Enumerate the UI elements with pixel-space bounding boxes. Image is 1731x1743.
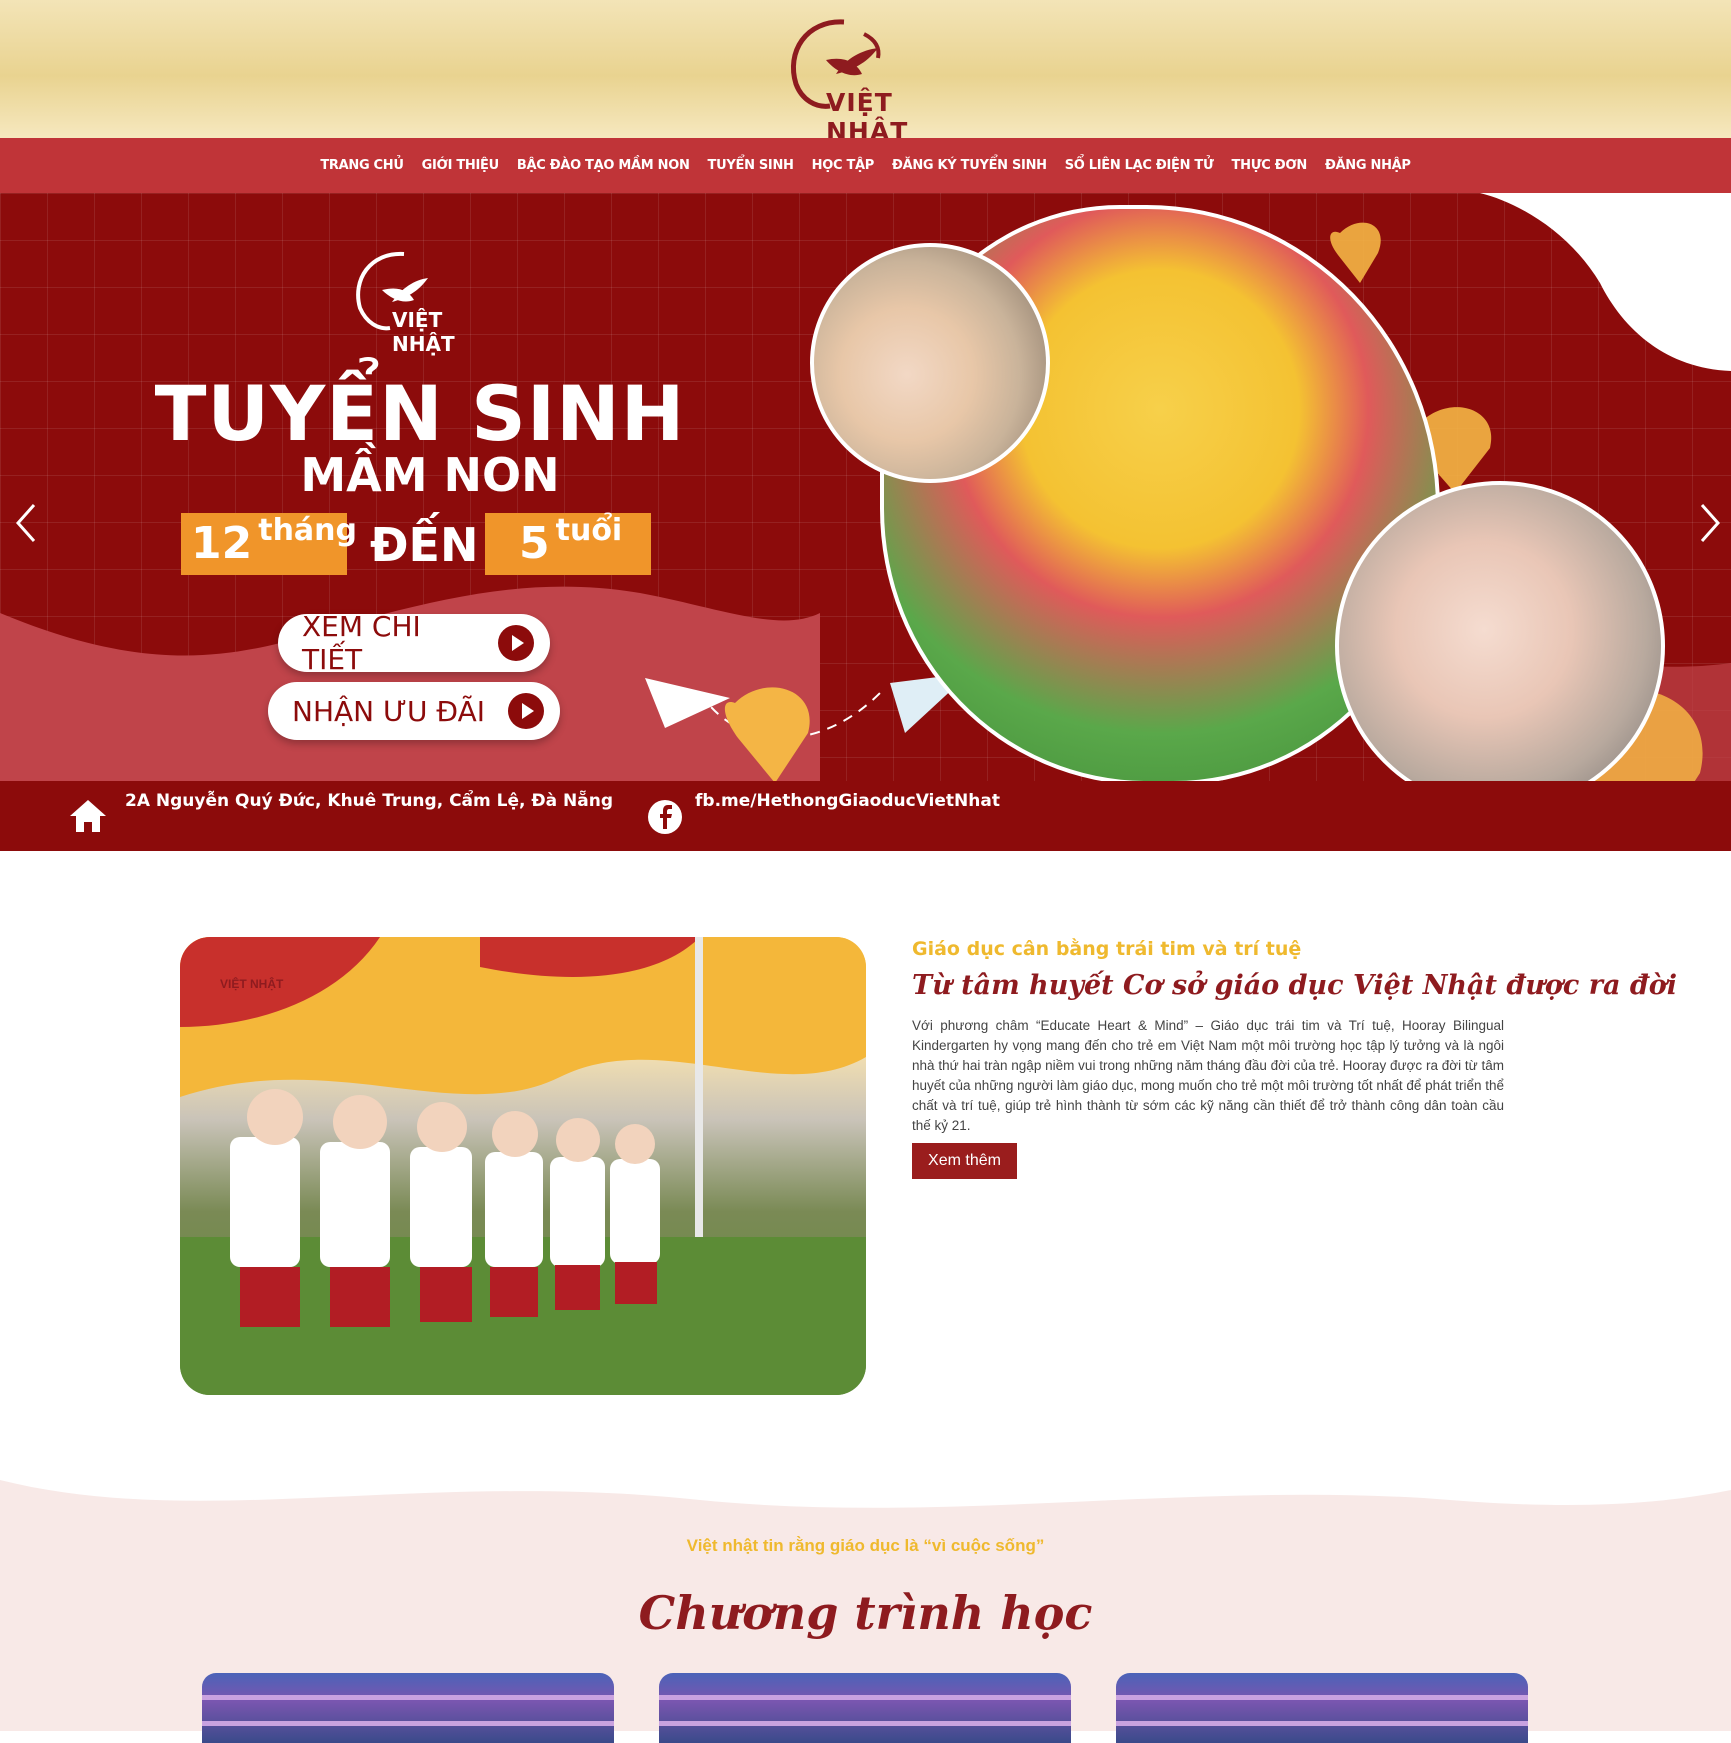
hero-subtitle: MẦM NON xyxy=(300,448,560,502)
hero-logo: VIỆT NHẬT xyxy=(340,248,510,356)
heart-icon xyxy=(1330,222,1381,283)
view-details-label: XEM CHI TIẾT xyxy=(302,610,421,676)
age-from-badge: 12 tháng xyxy=(181,513,357,575)
about-body: Với phương châm “Educate Heart & Mind” –… xyxy=(912,1018,1504,1133)
hero-photo-bottom xyxy=(1335,481,1665,811)
age-to-word: ĐẾN xyxy=(370,518,479,572)
program-eyebrow: Việt nhật tin rằng giáo dục là “vì cuộc … xyxy=(686,1536,1045,1555)
nav-item-learning[interactable]: HỌC TẬP xyxy=(812,158,875,173)
nav-item-contact-book[interactable]: SỔ LIÊN LẠC ĐIỆN TỬ xyxy=(1065,158,1214,173)
hero-photo-top xyxy=(810,243,1050,483)
home-icon xyxy=(70,800,106,832)
age-from-number: 12 xyxy=(191,518,253,569)
get-offer-button[interactable]: NHẬN ƯU ĐÃI xyxy=(268,682,560,740)
get-offer-label: NHẬN ƯU ĐÃI xyxy=(292,694,486,728)
age-to-badge: 5 tuổi xyxy=(485,513,651,575)
age-from-unit: tháng xyxy=(258,513,358,548)
header-band: VIỆT NHẬT xyxy=(0,0,1731,146)
hero-title: TUYỂN SINH xyxy=(154,369,686,458)
view-details-button[interactable]: XEM CHI TIẾT xyxy=(278,610,550,676)
nav-item-preschool[interactable]: BẬC ĐÀO TẠO MẦM NON xyxy=(517,158,690,173)
main-nav: TRANG CHỦ GIỚI THIỆU BẬC ĐÀO TẠO MẦM NON… xyxy=(0,138,1731,193)
play-icon xyxy=(498,625,534,661)
nav-item-about[interactable]: GIỚI THIỆU xyxy=(422,158,500,173)
facebook-icon[interactable] xyxy=(647,799,683,835)
about-photo-scene xyxy=(180,937,866,1395)
program-title: Chương trình học xyxy=(638,1586,1093,1640)
nav-item-menu[interactable]: THỰC ĐƠN xyxy=(1232,158,1308,173)
slider-next-icon[interactable] xyxy=(1690,493,1730,553)
site-logo[interactable]: VIỆT NHẬT xyxy=(766,12,966,146)
nav-item-login[interactable]: ĐĂNG NHẬP xyxy=(1325,158,1411,173)
play-icon xyxy=(508,693,544,729)
age-to-number: 5 xyxy=(519,518,550,569)
nav-item-register[interactable]: ĐĂNG KÝ TUYỂN SINH xyxy=(892,158,1047,173)
hero-banner: VIỆT NHẬT TUYỂN SINH MẦM NON 12 tháng ĐẾ… xyxy=(0,193,1731,851)
about-title: Từ tâm huyết Cơ sở giáo dục Việt Nhật đư… xyxy=(912,970,1678,1001)
program-wave xyxy=(0,1470,1731,1508)
nav-item-home[interactable]: TRANG CHỦ xyxy=(320,158,404,173)
about-eyebrow: Giáo dục cân bằng trái tim và trí tuệ xyxy=(912,938,1302,960)
about-photo: VIỆT NHẬT xyxy=(180,937,866,1395)
slider-prev-icon[interactable] xyxy=(6,493,46,553)
hero-logo-text: VIỆT NHẬT xyxy=(392,308,455,356)
facebook-link[interactable]: fb.me/HethongGiaoducVietNhat xyxy=(695,791,1000,811)
read-more-button[interactable]: Xem thêm xyxy=(912,1143,1017,1179)
program-card[interactable] xyxy=(659,1673,1071,1743)
about-photo-logo: VIỆT NHẬT xyxy=(220,977,284,991)
age-to-unit: tuổi xyxy=(555,513,623,548)
nav-item-admission[interactable]: TUYỂN SINH xyxy=(708,158,794,173)
program-card[interactable] xyxy=(1116,1673,1528,1743)
program-card[interactable] xyxy=(202,1673,614,1743)
address-text: 2A Nguyễn Quý Đức, Khuê Trung, Cẩm Lệ, Đ… xyxy=(125,791,614,811)
